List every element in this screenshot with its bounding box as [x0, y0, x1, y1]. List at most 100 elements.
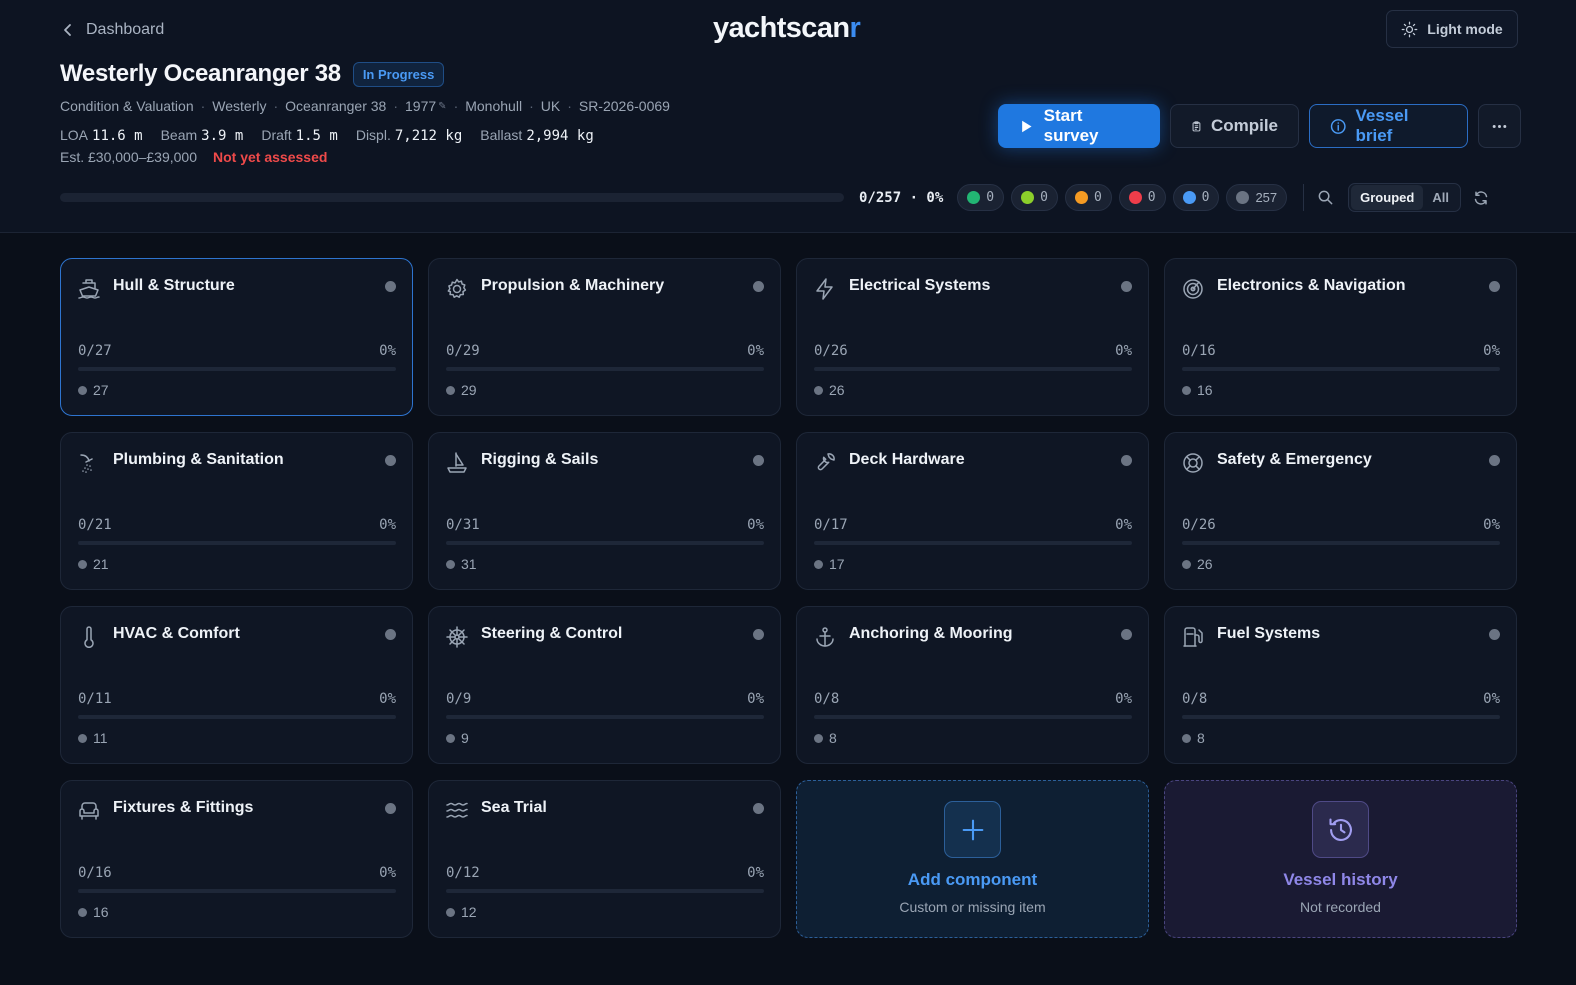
component-progress-count: 0/8 — [1182, 691, 1208, 707]
pending-count: 27 — [78, 382, 109, 398]
chip-good[interactable]: 0 — [957, 184, 1005, 211]
component-title: Anchoring & Mooring — [849, 625, 1013, 642]
component-progress-bar — [814, 541, 1132, 545]
pending-count: 11 — [78, 730, 108, 746]
pending-dot-icon — [814, 559, 823, 569]
status-dot-icon — [385, 455, 396, 466]
component-progress-bar — [78, 889, 396, 893]
pending-count: 21 — [78, 556, 109, 572]
condition-summary-chips: 0 0 0 0 0 257 — [957, 184, 1288, 211]
component-progress-count: 0/26 — [1182, 517, 1216, 533]
component-progress-bar — [814, 715, 1132, 719]
status-dot-icon — [385, 629, 396, 640]
component-card-plumbing-sanitation[interactable]: Plumbing & Sanitation 0/21 0% 21 — [60, 432, 413, 590]
component-card-sea-trial[interactable]: Sea Trial 0/12 0% 12 — [428, 780, 781, 938]
component-progress-count: 0/11 — [78, 691, 112, 707]
vessel-history-card[interactable]: Vessel history Not recorded — [1164, 780, 1517, 938]
component-card-steering-control[interactable]: Steering & Control 0/9 0% 9 — [428, 606, 781, 764]
status-dot-icon — [1236, 191, 1250, 204]
vessel-brief-button[interactable]: Vessel brief — [1309, 104, 1468, 148]
component-card-electrical-systems[interactable]: Electrical Systems 0/26 0% 26 — [796, 258, 1149, 416]
pending-dot-icon — [446, 385, 455, 395]
component-progress-percent: 0% — [379, 865, 396, 881]
spec-displacement: Displ. 7,212 kg — [355, 127, 463, 144]
assessment-status: Not yet assessed — [213, 149, 328, 165]
status-dot-icon — [1021, 191, 1035, 204]
component-card-propulsion-machinery[interactable]: Propulsion & Machinery 0/29 0% 29 — [428, 258, 781, 416]
component-progress-count: 0/16 — [78, 865, 112, 881]
component-card-anchoring-mooring[interactable]: Anchoring & Mooring 0/8 0% 8 — [796, 606, 1149, 764]
pending-dot-icon — [78, 559, 87, 569]
component-progress-count: 0/9 — [446, 691, 472, 707]
pending-count: 29 — [446, 382, 477, 398]
status-dot-icon — [967, 191, 981, 204]
component-title: Hull & Structure — [113, 277, 235, 294]
chip-pending[interactable]: 257 — [1226, 184, 1288, 211]
chip-critical[interactable]: 0 — [1118, 184, 1166, 211]
component-card-fixtures-fittings[interactable]: Fixtures & Fittings 0/16 0% 16 — [60, 780, 413, 938]
anchor-icon — [813, 625, 837, 649]
component-title: Propulsion & Machinery — [481, 277, 665, 294]
component-title: Electronics & Navigation — [1217, 277, 1406, 294]
back-to-dashboard-link[interactable]: Dashboard — [60, 19, 164, 41]
back-label: Dashboard — [86, 21, 165, 38]
chip-fair[interactable]: 0 — [1011, 184, 1058, 211]
app-logo: yachtscanr — [713, 12, 861, 44]
pencil-icon[interactable]: ✎ — [438, 101, 446, 112]
component-card-safety-emergency[interactable]: Safety & Emergency 0/26 0% 26 — [1164, 432, 1517, 590]
status-dot-icon — [1121, 455, 1132, 466]
info-icon — [1330, 118, 1346, 134]
component-grid: Hull & Structure 0/27 0% 27 Propulsion &… — [60, 258, 1518, 938]
refresh-icon[interactable] — [1473, 190, 1489, 206]
component-card-fuel-systems[interactable]: Fuel Systems 0/8 0% 8 — [1164, 606, 1517, 764]
component-progress-percent: 0% — [379, 517, 396, 533]
component-title: Rigging & Sails — [481, 451, 599, 468]
meta-reference: SR-2026-0069 — [578, 98, 670, 114]
pending-dot-icon — [446, 559, 455, 569]
helm-wheel-icon — [445, 625, 469, 649]
pending-count: 26 — [1182, 556, 1213, 572]
fuel-pump-icon — [1181, 625, 1205, 649]
component-progress-percent: 0% — [1115, 343, 1132, 359]
thermometer-icon — [77, 625, 101, 649]
component-progress-count: 0/29 — [446, 343, 480, 359]
search-icon[interactable] — [1317, 189, 1334, 206]
chip-attention[interactable]: 0 — [1064, 184, 1112, 211]
status-dot-icon — [1121, 281, 1132, 292]
more-options-button[interactable] — [1478, 104, 1521, 148]
status-dot-icon — [1128, 191, 1142, 204]
vessel-specs: LOA 11.6 m Beam 3.9 m Draft 1.5 m Displ. 7,2… — [60, 127, 594, 144]
pending-dot-icon — [814, 385, 823, 395]
add-component-card[interactable]: Add component Custom or missing item — [796, 780, 1149, 938]
overall-progress-label: 0/257 · 0% — [859, 189, 944, 206]
meta-model: Oceanranger 38 — [285, 98, 387, 114]
compile-button[interactable]: Compile — [1170, 104, 1299, 148]
sofa-icon — [77, 799, 101, 823]
view-all-option[interactable]: All — [1423, 185, 1458, 210]
light-mode-button[interactable]: Light mode — [1386, 10, 1518, 48]
pending-dot-icon — [446, 907, 455, 917]
view-grouped-option[interactable]: Grouped — [1351, 185, 1424, 210]
component-card-hull-structure[interactable]: Hull & Structure 0/27 0% 27 — [60, 258, 413, 416]
component-card-deck-hardware[interactable]: Deck Hardware 0/17 0% 17 — [796, 432, 1149, 590]
status-dot-icon — [385, 281, 396, 292]
start-survey-button[interactable]: Start survey — [998, 104, 1160, 148]
status-dot-icon — [1121, 629, 1132, 640]
meta-builder: Westerly — [212, 98, 267, 114]
pending-count: 12 — [446, 904, 477, 920]
status-dot-icon — [753, 455, 764, 466]
cog-icon — [445, 277, 469, 301]
component-card-rigging-sails[interactable]: Rigging & Sails 0/31 0% 31 — [428, 432, 781, 590]
pending-dot-icon — [1182, 559, 1191, 569]
component-card-electronics-navigation[interactable]: Electronics & Navigation 0/16 0% 16 — [1164, 258, 1517, 416]
status-dot-icon — [753, 629, 764, 640]
chip-info[interactable]: 0 — [1172, 184, 1220, 211]
top-header: Dashboard yachtscanr Light mode Westerly… — [0, 0, 1576, 233]
meta-year[interactable]: 1977 — [405, 98, 436, 114]
vessel-history-subtitle: Not recorded — [1300, 899, 1381, 915]
component-title: Deck Hardware — [849, 451, 965, 468]
component-progress-count: 0/31 — [446, 517, 480, 533]
status-dot-icon — [1489, 281, 1500, 292]
spec-ballast: Ballast 2,994 kg — [480, 127, 594, 144]
component-card-hvac-comfort[interactable]: HVAC & Comfort 0/11 0% 11 — [60, 606, 413, 764]
